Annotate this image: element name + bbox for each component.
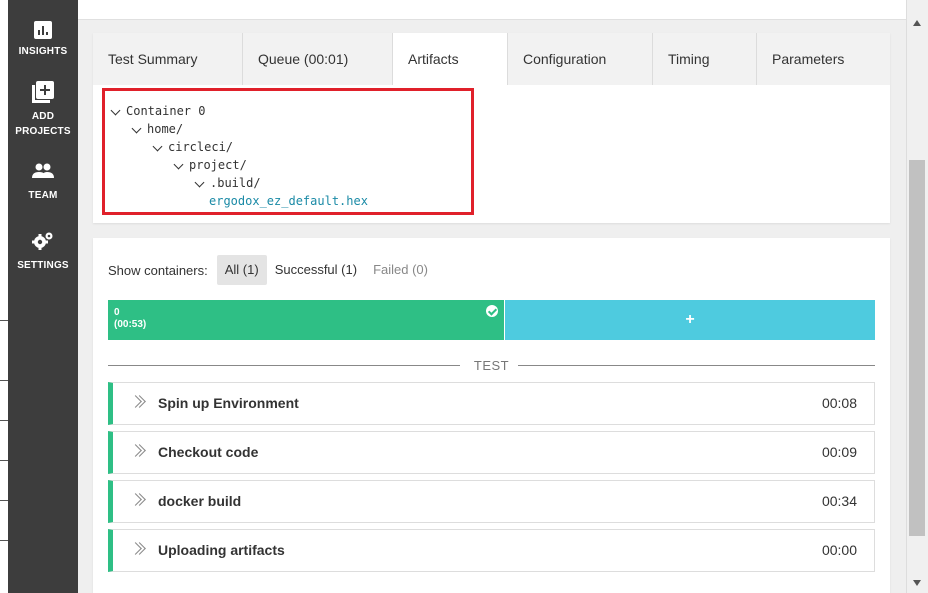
containers-card: Show containers: All (1) Successful (1) … bbox=[93, 238, 890, 593]
add-projects-icon bbox=[32, 81, 54, 103]
team-icon bbox=[32, 163, 54, 178]
container-filter: Show containers: All (1) Successful (1) … bbox=[108, 255, 436, 285]
step-name: docker build bbox=[158, 493, 242, 509]
tab-artifacts[interactable]: Artifacts bbox=[393, 33, 508, 85]
chevron-down-icon bbox=[131, 123, 142, 133]
section-label: TEST bbox=[473, 358, 510, 373]
step-duration: 00:09 bbox=[821, 444, 857, 460]
main-content: Test Summary Queue (00:01) Artifacts Con… bbox=[78, 0, 906, 593]
build-details-card: Test Summary Queue (00:01) Artifacts Con… bbox=[93, 33, 890, 223]
expand-arrow-icon bbox=[131, 444, 141, 454]
step-duration: 00:08 bbox=[821, 395, 857, 411]
tree-folder-label: project/ bbox=[189, 158, 247, 172]
container-bar: 0 (00:53) + bbox=[108, 300, 875, 340]
tree-folder-project[interactable]: project/ bbox=[173, 156, 247, 174]
step-row[interactable]: Spin up Environment 00:08 bbox=[108, 382, 875, 425]
sidebar-item-insights[interactable]: INSIGHTS bbox=[8, 20, 78, 59]
artifact-file-link[interactable]: ergodox_ez_default.hex bbox=[209, 192, 368, 210]
tab-queue[interactable]: Queue (00:01) bbox=[243, 33, 393, 85]
expand-arrow-icon bbox=[131, 493, 141, 503]
settings-icon bbox=[32, 232, 53, 250]
vertical-scrollbar[interactable] bbox=[906, 0, 928, 593]
scroll-up-arrow-icon[interactable] bbox=[913, 20, 921, 26]
step-name: Uploading artifacts bbox=[158, 542, 285, 558]
sidebar-item-label: TEAM bbox=[28, 190, 58, 201]
tree-folder-label: Container 0 bbox=[126, 104, 206, 118]
sidebar-item-label: SETTINGS bbox=[17, 260, 69, 271]
sidebar: INSIGHTS ADD PROJECTS TEAM SETTINGS bbox=[8, 0, 78, 593]
tab-timing[interactable]: Timing bbox=[653, 33, 757, 85]
background-window-edge bbox=[0, 0, 8, 593]
step-row[interactable]: Checkout code 00:09 bbox=[108, 431, 875, 474]
step-name: Checkout code bbox=[158, 444, 259, 460]
sidebar-item-add-projects[interactable]: ADD PROJECTS bbox=[8, 81, 78, 139]
container-duration: (00:53) bbox=[114, 319, 147, 330]
sidebar-item-label: ADD PROJECTS bbox=[15, 111, 71, 137]
tab-test-summary[interactable]: Test Summary bbox=[93, 33, 243, 85]
chevron-down-icon bbox=[173, 159, 184, 169]
filter-all-button[interactable]: All (1) bbox=[216, 255, 267, 285]
tree-folder-circleci[interactable]: circleci/ bbox=[152, 138, 233, 156]
page-header-area bbox=[78, 0, 906, 20]
tree-folder-label: .build/ bbox=[210, 176, 261, 190]
step-row[interactable]: Uploading artifacts 00:00 bbox=[108, 529, 875, 572]
filter-failed-button[interactable]: Failed (0) bbox=[365, 255, 436, 285]
sidebar-item-label: INSIGHTS bbox=[18, 46, 68, 57]
chevron-down-icon bbox=[152, 141, 163, 151]
filter-successful-button[interactable]: Successful (1) bbox=[267, 255, 365, 285]
tab-configuration[interactable]: Configuration bbox=[508, 33, 653, 85]
sidebar-item-team[interactable]: TEAM bbox=[8, 163, 78, 203]
filter-label: Show containers: bbox=[108, 262, 208, 278]
step-duration: 00:00 bbox=[821, 542, 857, 558]
tab-bar: Test Summary Queue (00:01) Artifacts Con… bbox=[93, 33, 890, 85]
tree-folder-label: home/ bbox=[147, 122, 184, 136]
step-row[interactable]: docker build 00:34 bbox=[108, 480, 875, 523]
tree-folder-label: circleci/ bbox=[168, 140, 234, 154]
chevron-down-icon bbox=[110, 105, 121, 115]
scrollbar-thumb[interactable] bbox=[909, 160, 925, 536]
tree-folder-build[interactable]: .build/ bbox=[194, 174, 261, 192]
container-index: 0 bbox=[114, 307, 120, 318]
scroll-down-arrow-icon[interactable] bbox=[913, 580, 921, 586]
sidebar-item-settings[interactable]: SETTINGS bbox=[8, 231, 78, 273]
step-name: Spin up Environment bbox=[158, 395, 299, 411]
artifacts-tree-highlighted: Container 0 home/ circleci/ project/ .bu… bbox=[102, 88, 474, 215]
tree-folder-container[interactable]: Container 0 bbox=[110, 102, 205, 120]
add-container-button[interactable]: + bbox=[505, 300, 875, 340]
tree-folder-home[interactable]: home/ bbox=[131, 120, 183, 138]
section-divider: TEST bbox=[108, 356, 875, 376]
tab-parameters[interactable]: Parameters bbox=[757, 33, 890, 85]
expand-arrow-icon bbox=[131, 395, 141, 405]
step-duration: 00:34 bbox=[821, 493, 857, 509]
expand-arrow-icon bbox=[131, 542, 141, 552]
chevron-down-icon bbox=[194, 177, 205, 187]
check-circle-icon bbox=[486, 305, 498, 317]
container-0-button[interactable]: 0 (00:53) bbox=[108, 300, 504, 340]
insights-icon bbox=[34, 21, 52, 39]
